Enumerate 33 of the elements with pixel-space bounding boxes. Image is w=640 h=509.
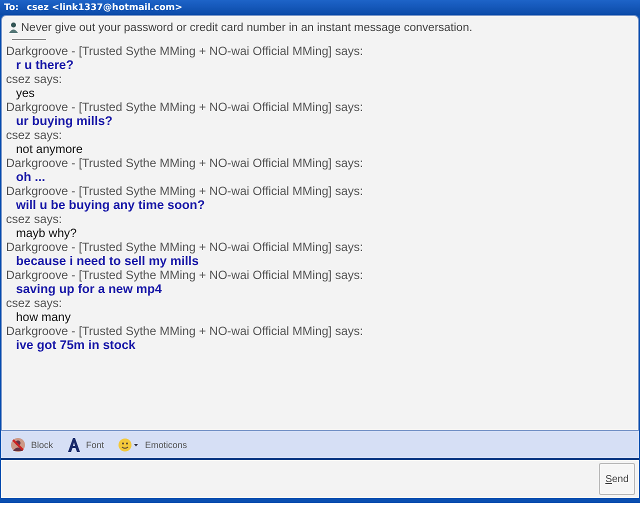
sender-line: Darkgroove - [Trusted Sythe MMing + NO-wai Official MMing] says: <box>6 240 364 254</box>
toolbar-button[interactable]: Block <box>7 434 56 454</box>
message-text: will u be buying any time soon? <box>15 198 206 212</box>
font-icon <box>67 438 82 452</box>
message-text: because i need to sell my mills <box>15 254 200 268</box>
send-button[interactable]: Send <box>599 463 635 495</box>
message-text: how many <box>15 310 72 324</box>
to-label: To: <box>4 2 19 12</box>
sender-line: Darkgroove - [Trusted Sythe MMing + NO-wai Official MMing] says: <box>6 100 364 114</box>
smiley-icon <box>118 438 140 452</box>
sender-line: csez says: <box>6 72 64 86</box>
sender-line: Darkgroove - [Trusted Sythe MMing + NO-wai Official MMing] says: <box>6 324 364 338</box>
block-icon <box>10 436 26 452</box>
sender-line: Darkgroove - [Trusted Sythe MMing + NO-wai Official MMing] says: <box>6 44 364 58</box>
sender-line: Darkgroove - [Trusted Sythe MMing + NO-wai Official MMing] says: <box>6 268 364 282</box>
message-text: yes <box>15 86 36 100</box>
sender-line: csez says: <box>6 296 64 310</box>
message-text: ive got 75m in stock <box>15 338 136 352</box>
warning-text: Never give out your password or credit card number in an instant message conversation. <box>21 22 472 34</box>
toolbar-button[interactable]: Font <box>64 436 108 454</box>
message-text: saving up for a new mp4 <box>15 282 163 296</box>
sender-line: Darkgroove - [Trusted Sythe MMing + NO-wai Official MMing] says: <box>6 184 364 198</box>
message-text: r u there? <box>15 58 75 72</box>
message-text: not anymore <box>15 142 84 156</box>
sender-line: csez says: <box>6 212 64 226</box>
sender-line: csez says: <box>6 128 64 142</box>
person-icon <box>9 22 18 33</box>
message-text: ur buying mills? <box>15 114 114 128</box>
contact-address: csez <link1337@hotmail.com> <box>26 2 182 12</box>
message-text: mayb why? <box>15 226 78 240</box>
toolbar-button[interactable]: Emoticons <box>115 436 190 454</box>
sender-line: Darkgroove - [Trusted Sythe MMing + NO-wai Official MMing] says: <box>6 156 364 170</box>
message-text: oh ... <box>15 170 46 184</box>
